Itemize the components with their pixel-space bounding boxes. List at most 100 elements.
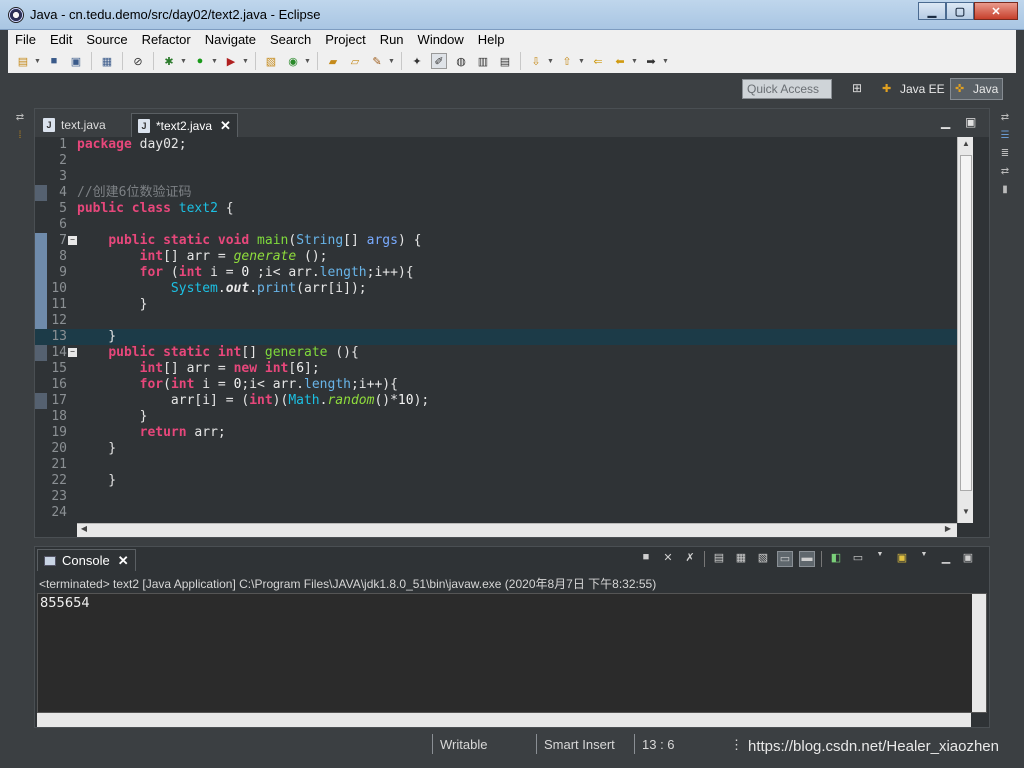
remove-all-terminated-icon[interactable]: ✗ <box>682 551 698 567</box>
restore-icon[interactable]: ⇄ <box>998 112 1012 126</box>
quick-access-input[interactable]: Quick Access <box>742 79 832 99</box>
menu-help[interactable]: Help <box>471 30 512 49</box>
show-on-stdout-icon[interactable]: ▭ <box>777 551 793 567</box>
tab-text-java[interactable]: J text.java <box>37 113 112 137</box>
editor-horizontal-scrollbar[interactable]: ◀ ▶ <box>77 523 957 537</box>
toggle-ant-icon[interactable]: ✦ <box>409 53 425 69</box>
pin-console-icon[interactable]: ◧ <box>828 551 844 567</box>
menu-edit[interactable]: Edit <box>43 30 79 49</box>
maximize-button[interactable]: ▢ <box>946 2 974 20</box>
print-icon[interactable]: ▦ <box>99 53 115 69</box>
toolbar-separator <box>520 52 521 70</box>
search-icon[interactable]: ✎ <box>369 53 385 69</box>
console-vertical-scrollbar[interactable] <box>972 594 986 712</box>
outline-icon[interactable]: ☰ <box>998 130 1012 144</box>
last-edit-location-icon[interactable]: ⇐ <box>590 53 606 69</box>
forward-icon[interactable]: ➡ <box>643 53 659 69</box>
skip-breakpoints-icon[interactable]: ⊘ <box>130 53 146 69</box>
open-console-icon[interactable]: ▣ <box>894 551 910 567</box>
scroll-left-icon[interactable]: ◀ <box>77 524 91 538</box>
tab-console[interactable]: Console ✕ <box>37 549 136 571</box>
task-list-icon[interactable]: ≣ <box>998 148 1012 162</box>
tab-text2-java[interactable]: J *text2.java ✕ <box>131 113 238 137</box>
close-tab-icon[interactable]: ✕ <box>118 553 129 569</box>
scroll-up-icon[interactable]: ▲ <box>958 139 974 153</box>
restore-icon[interactable]: ⇄ <box>998 166 1012 180</box>
code-line: 10 System.out.print(arr[i]); <box>51 281 367 296</box>
editor-panel: J text.java J *text2.java ✕ ▁ ▣ 1 package… <box>34 108 990 538</box>
new-dropdown-icon[interactable]: ▼ <box>34 53 41 69</box>
editor-vertical-scrollbar[interactable]: ▲ ▼ <box>957 137 973 523</box>
external-tools-dropdown-icon[interactable]: ▼ <box>242 53 249 69</box>
terminate-icon[interactable]: ■ <box>638 551 654 567</box>
remove-launch-icon[interactable]: ✕ <box>660 551 676 567</box>
menu-file[interactable]: File <box>8 30 43 49</box>
close-button[interactable]: ✕ <box>974 2 1018 20</box>
maximize-panel-icon[interactable]: ▣ <box>960 551 976 567</box>
debug-icon[interactable]: ✱ <box>161 53 177 69</box>
perspective-java[interactable]: ✜ Java <box>950 78 1004 100</box>
next-annotation-dropdown-icon[interactable]: ▼ <box>547 53 554 69</box>
forward-dropdown-icon[interactable]: ▼ <box>662 53 669 69</box>
show-on-stderr-icon[interactable]: ▬ <box>799 551 815 567</box>
status-insert-mode[interactable]: Smart Insert <box>544 737 615 752</box>
run-dropdown-icon[interactable]: ▼ <box>211 53 218 69</box>
show-whitespace-icon[interactable]: ▥ <box>475 53 491 69</box>
word-wrap-icon[interactable]: ▧ <box>755 551 771 567</box>
scroll-thumb[interactable] <box>960 155 972 491</box>
next-annotation-icon[interactable]: ⇩ <box>528 53 544 69</box>
perspective-java-ee[interactable]: ✚ Java EE <box>878 78 949 100</box>
menu-source[interactable]: Source <box>79 30 134 49</box>
toggle-block-selection-icon[interactable]: ▤ <box>497 53 513 69</box>
menu-project[interactable]: Project <box>318 30 372 49</box>
save-all-icon[interactable]: ▣ <box>68 53 84 69</box>
minimize-button[interactable]: ▁ <box>918 2 946 20</box>
clear-console-icon[interactable]: ▤ <box>711 551 727 567</box>
console-status: <terminated> text2 [Java Application] C:… <box>39 577 657 591</box>
problems-icon[interactable]: ▮ <box>998 184 1012 198</box>
open-type-icon[interactable]: ▰ <box>325 53 341 69</box>
menu-window[interactable]: Window <box>411 30 471 49</box>
perspective-java-label: Java <box>973 82 999 96</box>
external-tools-icon[interactable]: ▶ <box>223 53 239 69</box>
run-icon[interactable]: ● <box>192 53 208 69</box>
collapse-icon[interactable]: − <box>68 236 77 245</box>
maximize-panel-icon[interactable]: ▣ <box>965 115 976 129</box>
open-task-icon[interactable]: ▱ <box>347 53 363 69</box>
display-console-dropdown-icon[interactable]: ▼ <box>872 551 888 567</box>
main-toolbar: ▤ ▼ ■ ▣ ▦ ⊘ ✱ ▼ ● ▼ ▶ ▼ ▧ ◉ ▼ ▰ ▱ ✎ ▼ ✦ … <box>8 49 1016 73</box>
new-class-dropdown-icon[interactable]: ▼ <box>304 53 311 69</box>
minimize-panel-icon[interactable]: ▁ <box>938 551 954 567</box>
restore-icon[interactable]: ⇄ <box>13 112 27 126</box>
scroll-lock-icon[interactable]: ▦ <box>733 551 749 567</box>
open-console-dropdown-icon[interactable]: ▼ <box>916 551 932 567</box>
toggle-mark-occurrences-icon[interactable]: ✐ <box>431 53 447 69</box>
save-icon[interactable]: ■ <box>46 53 62 69</box>
toggle-breadcrumb-icon[interactable]: ◍ <box>453 53 469 69</box>
package-explorer-icon[interactable]: ⁞ <box>13 130 27 144</box>
debug-dropdown-icon[interactable]: ▼ <box>180 53 187 69</box>
menu-search[interactable]: Search <box>263 30 318 49</box>
display-console-icon[interactable]: ▭ <box>850 551 866 567</box>
collapse-icon[interactable]: − <box>68 348 77 357</box>
search-dropdown-icon[interactable]: ▼ <box>388 53 395 69</box>
previous-annotation-dropdown-icon[interactable]: ▼ <box>578 53 585 69</box>
scroll-down-icon[interactable]: ▼ <box>958 507 974 521</box>
menu-navigate[interactable]: Navigate <box>198 30 263 49</box>
new-java-class-icon[interactable]: ◉ <box>285 53 301 69</box>
menu-run[interactable]: Run <box>373 30 411 49</box>
previous-annotation-icon[interactable]: ⇧ <box>559 53 575 69</box>
new-icon[interactable]: ▤ <box>15 53 31 69</box>
new-java-package-icon[interactable]: ▧ <box>263 53 279 69</box>
console-output-area[interactable]: 855654 <box>37 593 987 713</box>
open-perspective-icon[interactable]: ⊞ <box>852 81 868 97</box>
code-editor[interactable]: 1 package day02; 2 3 4//创建6位数验证码 5 public … <box>35 137 989 523</box>
minimize-panel-icon[interactable]: ▁ <box>941 115 950 129</box>
scroll-right-icon[interactable]: ▶ <box>941 524 955 538</box>
back-dropdown-icon[interactable]: ▼ <box>631 53 638 69</box>
console-horizontal-scrollbar[interactable] <box>37 713 971 727</box>
watermark: https://blog.csdn.net/Healer_xiaozhen <box>748 738 999 755</box>
close-tab-icon[interactable]: ✕ <box>220 118 231 134</box>
back-icon[interactable]: ⬅ <box>612 53 628 69</box>
menu-refactor[interactable]: Refactor <box>135 30 198 49</box>
